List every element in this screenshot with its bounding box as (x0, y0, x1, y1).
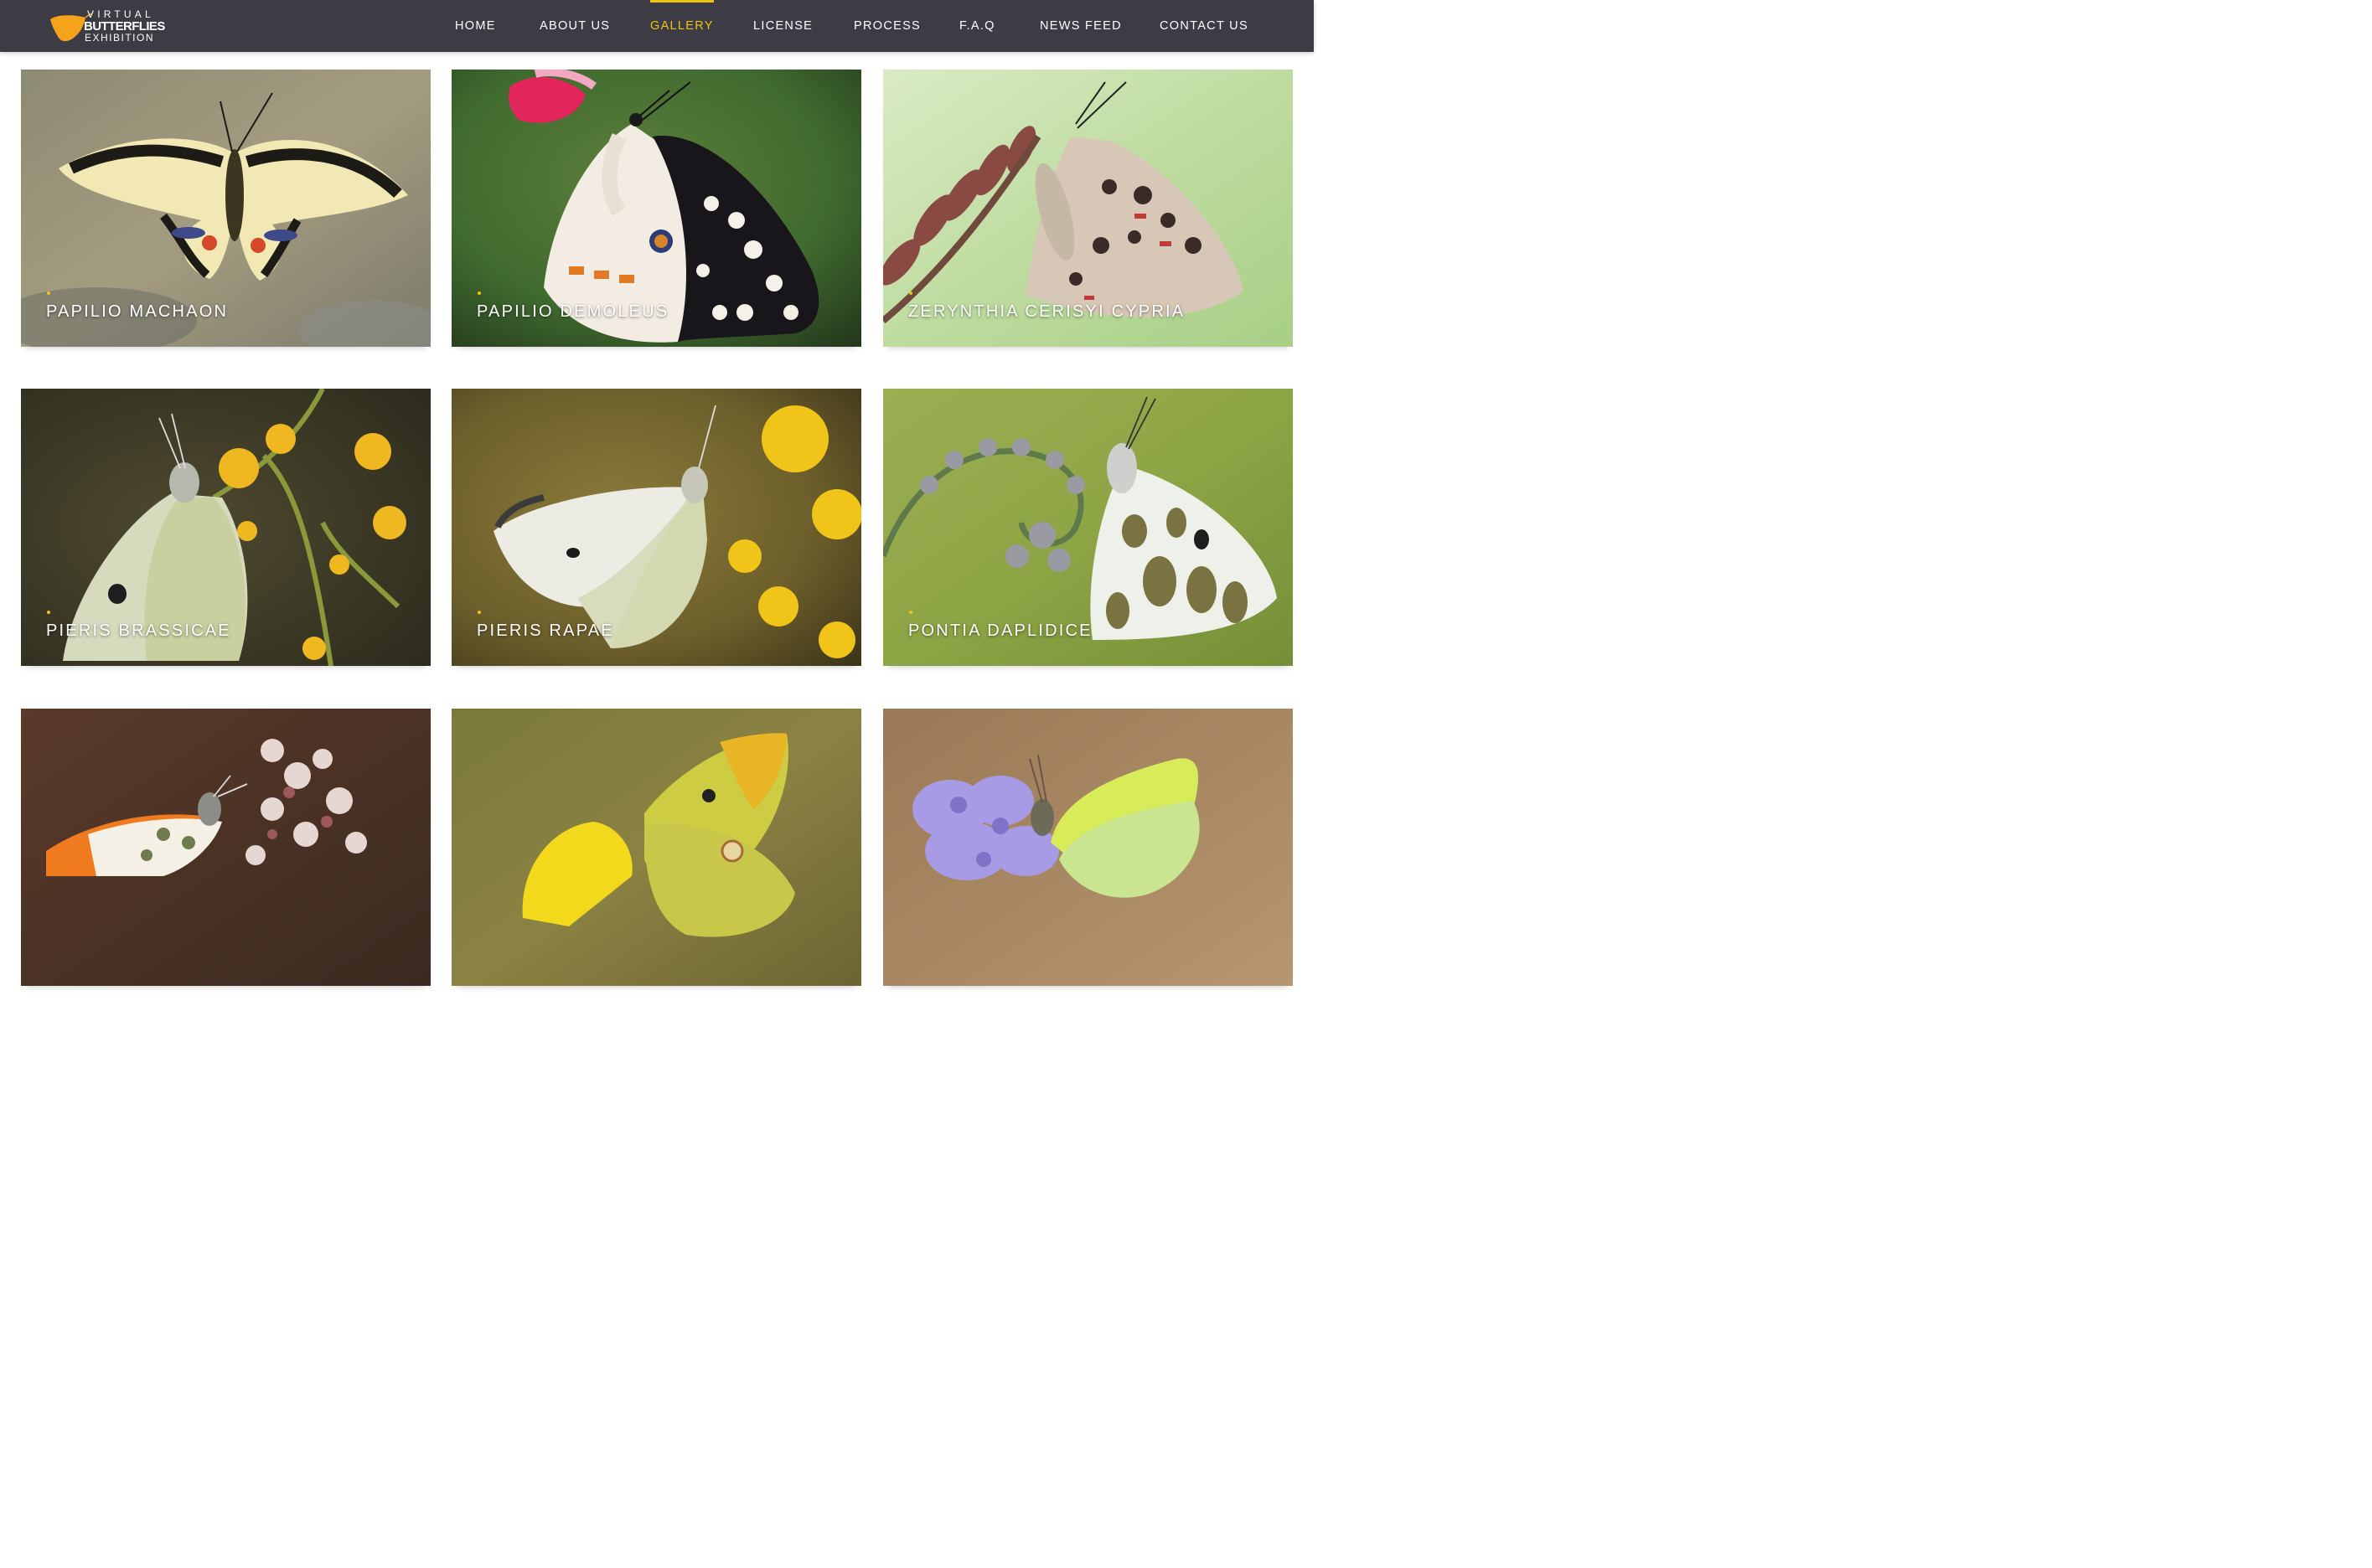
nav-news-feed[interactable]: NEWS FEED (1040, 0, 1122, 52)
gallery-caption: PIERIS RAPAE (477, 622, 614, 640)
nav-contact-us[interactable]: CONTACT US (1160, 0, 1248, 52)
site-header: VIRTUAL BUTTERFLIES EXHIBITION HOME ABOU… (0, 0, 1314, 52)
gallery-card-pontia-daplidice[interactable]: PONTIA DAPLIDICE (883, 389, 1293, 666)
gallery-card-7[interactable] (21, 709, 431, 986)
nav-faq[interactable]: F.A.Q (959, 0, 995, 52)
caption-dot (478, 611, 481, 614)
gallery-card-pieris-rapae[interactable]: PIERIS RAPAE (452, 389, 861, 666)
nav-process[interactable]: PROCESS (854, 0, 921, 52)
nav-about-us[interactable]: ABOUT US (540, 0, 610, 52)
gallery-card-papilio-machaon[interactable]: PAPILIO MACHAON (21, 70, 431, 347)
caption-dot (47, 291, 50, 295)
gallery-caption: ZERYNTHIA CERISYI CYPRIA (908, 302, 1186, 321)
caption-dot (47, 611, 50, 614)
gallery-card-8[interactable] (452, 709, 861, 986)
caption-dot (909, 611, 912, 614)
nav-gallery[interactable]: GALLERY (650, 0, 714, 52)
caption-dot (478, 291, 481, 295)
gallery-caption: PAPILIO MACHAON (46, 302, 229, 321)
butterfly-photo (452, 709, 861, 986)
butterfly-photo (883, 709, 1293, 986)
gallery-caption: PAPILIO DEMOLEUS (477, 302, 669, 321)
nav-license[interactable]: LICENSE (753, 0, 813, 52)
gallery-caption: PONTIA DAPLIDICE (908, 622, 1093, 640)
gallery-card-papilio-demoleus[interactable]: PAPILIO DEMOLEUS (452, 70, 861, 347)
nav-home[interactable]: HOME (455, 0, 496, 52)
gallery-card-9[interactable] (883, 709, 1293, 986)
main-nav: HOME ABOUT US GALLERY LICENSE PROCESS F.… (0, 0, 1314, 52)
butterfly-photo (21, 709, 431, 986)
gallery-card-pieris-brassicae[interactable]: PIERIS BRASSICAE (21, 389, 431, 666)
gallery-card-zerynthia-cerisyi-cypria[interactable]: ZERYNTHIA CERISYI CYPRIA (883, 70, 1293, 347)
gallery-caption: PIERIS BRASSICAE (46, 622, 231, 640)
caption-dot (909, 291, 912, 295)
